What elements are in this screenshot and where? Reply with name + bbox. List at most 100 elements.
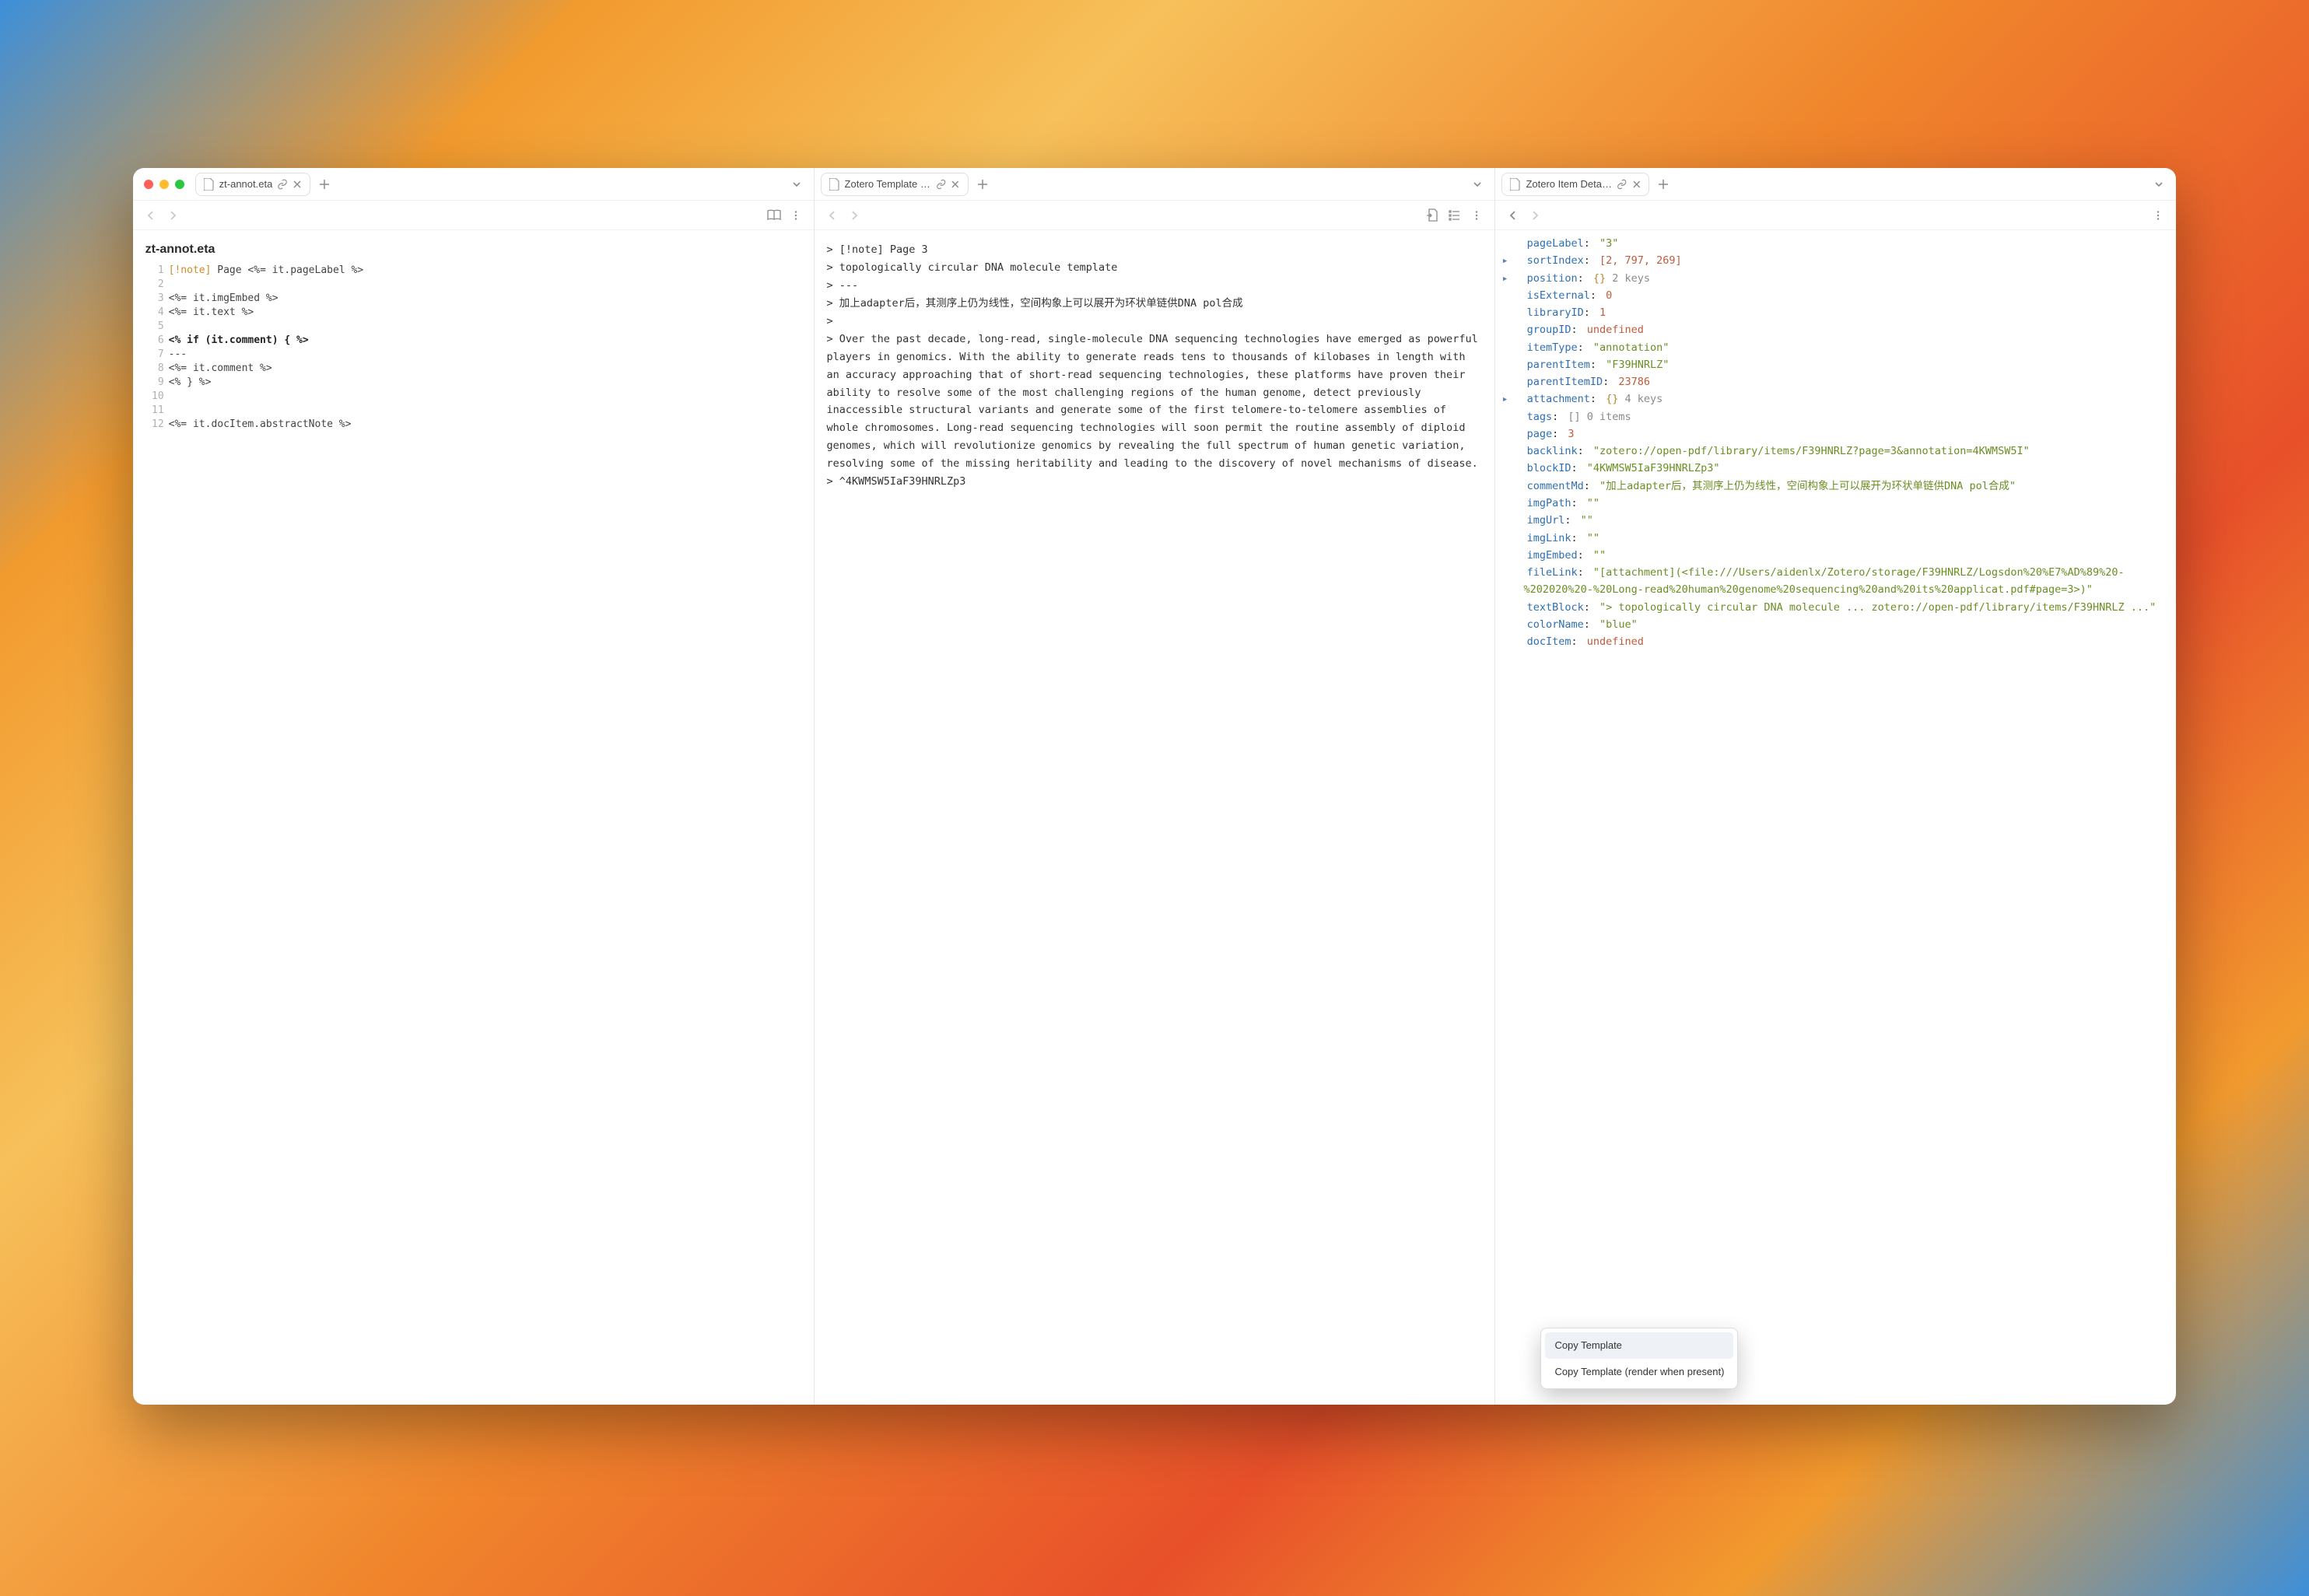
more-vertical-icon <box>2153 210 2164 221</box>
plus-icon <box>977 179 988 190</box>
tabbar-1: zt-annot.eta <box>133 168 814 201</box>
reading-mode-button[interactable] <box>766 207 783 224</box>
code-line[interactable] <box>169 390 803 402</box>
code-line[interactable] <box>169 278 803 290</box>
nav-back-button[interactable] <box>142 207 159 224</box>
property-row[interactable]: parentItem: "F39HNRLZ" <box>1512 356 2167 373</box>
arrow-left-icon <box>1507 209 1519 222</box>
code-line[interactable] <box>169 404 803 416</box>
property-row[interactable]: libraryID: 1 <box>1512 304 2167 321</box>
toolbar-2 <box>815 201 1495 230</box>
arrow-left-icon <box>826 209 839 222</box>
property-row[interactable]: blockID: "4KWMSW5IaF39HNRLZp3" <box>1512 460 2167 477</box>
link-icon <box>277 179 288 190</box>
line-number: 12 <box>144 418 164 430</box>
property-row[interactable]: commentMd: "加上adapter后，其测序上仍为线性，空间构象上可以展… <box>1512 478 2167 495</box>
close-tab-icon[interactable] <box>951 180 960 189</box>
tab-3[interactable]: Zotero Item Detail... <box>1501 173 1649 196</box>
line-number: 7 <box>144 348 164 360</box>
minimize-window-button[interactable] <box>159 180 169 189</box>
close-tab-icon[interactable] <box>293 180 302 189</box>
pane-details: Zotero Item Detail... <box>1495 168 2176 1405</box>
close-tab-icon[interactable] <box>1632 180 1642 189</box>
more-button[interactable] <box>2150 207 2167 224</box>
property-row[interactable]: isExternal: 0 <box>1512 287 2167 304</box>
tab-overflow-button[interactable] <box>1466 173 1488 195</box>
property-row[interactable]: ▸ attachment: {} 4 keys <box>1512 390 2167 408</box>
property-row[interactable]: imgPath: "" <box>1512 495 2167 512</box>
property-row[interactable]: imgEmbed: "" <box>1512 547 2167 564</box>
property-row[interactable]: itemType: "annotation" <box>1512 339 2167 356</box>
file-icon <box>204 178 215 191</box>
application-window: zt-annot.eta <box>133 168 2177 1405</box>
editor-body[interactable]: zt-annot.eta 1[!note] Page <%= it.pageLa… <box>133 230 814 1405</box>
nav-back-button[interactable] <box>1505 207 1522 224</box>
nav-forward-button[interactable] <box>164 207 181 224</box>
code-line[interactable]: <%= it.comment %> <box>169 362 803 374</box>
tab-overflow-button[interactable] <box>2148 173 2170 195</box>
tab-1[interactable]: zt-annot.eta <box>195 173 311 196</box>
context-menu-item[interactable]: Copy Template (render when present) <box>1545 1359 1733 1384</box>
property-row[interactable]: colorName: "blue" <box>1512 616 2167 633</box>
code-line[interactable] <box>169 320 803 332</box>
property-row[interactable]: pageLabel: "3" <box>1512 235 2167 252</box>
property-row[interactable]: docItem: undefined <box>1512 633 2167 650</box>
chevron-down-icon <box>1472 179 1483 190</box>
tabbar-3: Zotero Item Detail... <box>1495 168 2176 201</box>
more-button[interactable] <box>787 207 804 224</box>
arrow-right-icon <box>166 209 179 222</box>
link-icon <box>1617 179 1628 190</box>
chevron-down-icon <box>2153 179 2164 190</box>
new-tab-button[interactable] <box>314 173 335 195</box>
tab-title: Zotero Item Detail... <box>1526 178 1612 190</box>
details-body[interactable]: pageLabel: "3"▸ sortIndex: [2, 797, 269]… <box>1495 230 2176 1405</box>
more-vertical-icon <box>1471 210 1482 221</box>
new-tab-button[interactable] <box>972 173 993 195</box>
close-window-button[interactable] <box>144 180 153 189</box>
tabbar-2: Zotero Template P... <box>815 168 1495 201</box>
property-row[interactable]: fileLink: "[attachment](<file:///Users/a… <box>1512 564 2167 599</box>
new-tab-button[interactable] <box>1652 173 1674 195</box>
code-line[interactable]: <%= it.text %> <box>169 306 803 318</box>
tab-2[interactable]: Zotero Template P... <box>821 173 969 196</box>
arrow-left-icon <box>145 209 157 222</box>
insert-button[interactable] <box>1424 207 1442 224</box>
property-row[interactable]: imgLink: "" <box>1512 530 2167 547</box>
nav-forward-button[interactable] <box>846 207 863 224</box>
line-number: 4 <box>144 306 164 318</box>
code-line[interactable]: <% if (it.comment) { %> <box>169 334 803 346</box>
nav-back-button[interactable] <box>824 207 841 224</box>
property-row[interactable]: backlink: "zotero://open-pdf/library/ite… <box>1512 443 2167 460</box>
preview-body[interactable]: > [!note] Page 3 > topologically circula… <box>815 230 1495 1405</box>
nav-forward-button[interactable] <box>1526 207 1543 224</box>
line-number: 10 <box>144 390 164 402</box>
property-row[interactable]: imgUrl: "" <box>1512 512 2167 529</box>
code-line[interactable]: <%= it.docItem.abstractNote %> <box>169 418 803 430</box>
document-title: zt-annot.eta <box>144 238 803 264</box>
fullscreen-window-button[interactable] <box>175 180 184 189</box>
line-number: 9 <box>144 376 164 388</box>
property-row[interactable]: ▸ position: {} 2 keys <box>1512 270 2167 287</box>
property-row[interactable]: parentItemID: 23786 <box>1512 373 2167 390</box>
property-row[interactable]: groupID: undefined <box>1512 321 2167 338</box>
pane-editor: zt-annot.eta <box>133 168 815 1405</box>
context-menu-item[interactable]: Copy Template <box>1545 1332 1733 1358</box>
tab-overflow-button[interactable] <box>786 173 808 195</box>
outline-button[interactable] <box>1446 207 1463 224</box>
code-line[interactable]: <% } %> <box>169 376 803 388</box>
code-line[interactable]: --- <box>169 348 803 360</box>
more-button[interactable] <box>1468 207 1485 224</box>
property-row[interactable]: textBlock: "> topologically circular DNA… <box>1512 599 2167 616</box>
property-row[interactable]: ▸ sortIndex: [2, 797, 269] <box>1512 252 2167 269</box>
tab-title: zt-annot.eta <box>219 178 273 190</box>
property-row[interactable]: tags: [] 0 items <box>1512 408 2167 425</box>
line-number: 5 <box>144 320 164 332</box>
plus-icon <box>1658 179 1669 190</box>
code-line[interactable]: [!note] Page <%= it.pageLabel %> <box>169 264 803 276</box>
arrow-right-icon <box>1529 209 1541 222</box>
code-line[interactable]: <%= it.imgEmbed %> <box>169 292 803 304</box>
property-row[interactable]: page: 3 <box>1512 425 2167 443</box>
link-icon <box>936 179 946 190</box>
line-number: 6 <box>144 334 164 346</box>
file-insert-icon <box>1427 208 1439 222</box>
